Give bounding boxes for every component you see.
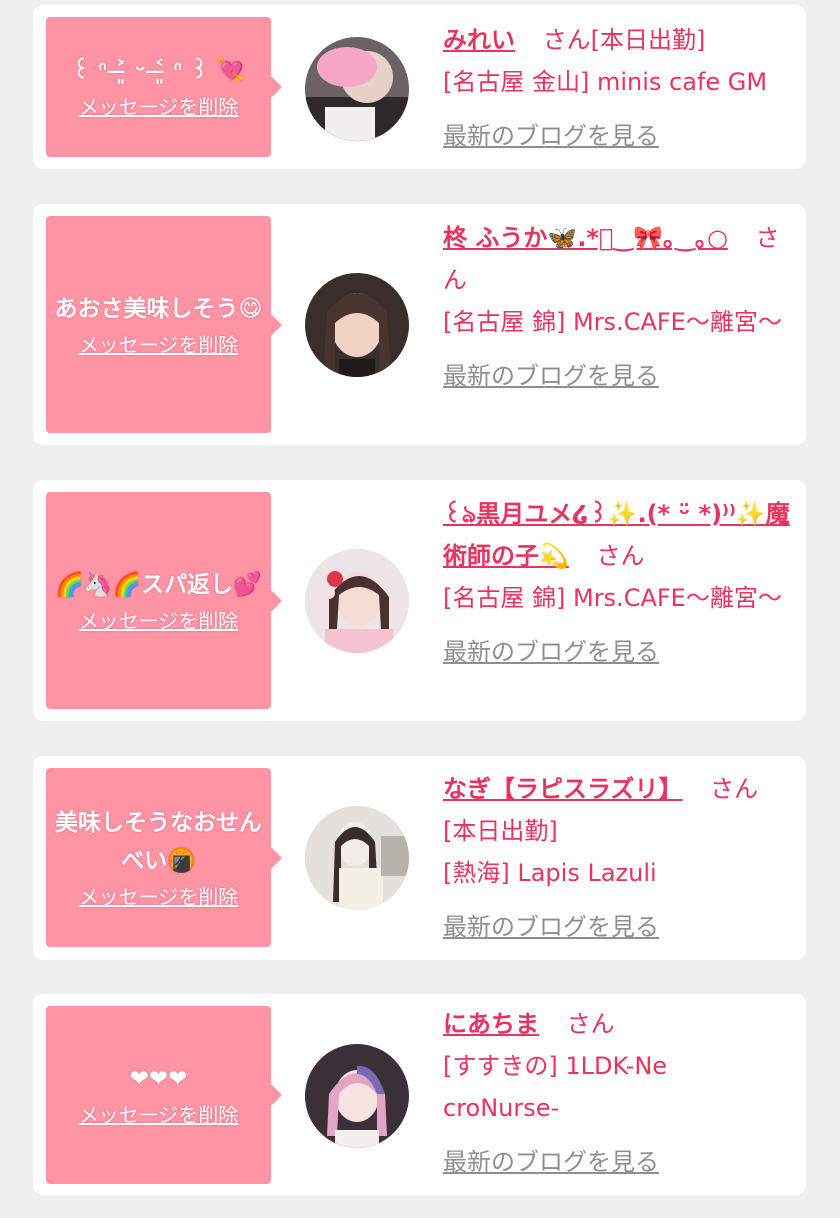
delete-message-link[interactable]: メッセージを削除 xyxy=(79,92,239,122)
avatar[interactable] xyxy=(305,1044,409,1148)
latest-blog-link[interactable]: 最新のブログを見る xyxy=(443,355,793,397)
delete-message-link[interactable]: メッセージを削除 xyxy=(79,330,239,360)
message-text: あおさ美味しそう😋 xyxy=(54,295,263,322)
shop-text: [すすきの] 1LDK-NecroNurse- xyxy=(443,1052,668,1122)
cast-name-link[interactable]: なぎ【ラピスラズリ】 xyxy=(443,775,683,803)
shop-text: [名古屋 錦] Mrs.CAFE〜離宮〜 xyxy=(443,584,782,612)
status-text: [本日出勤] xyxy=(590,26,706,54)
list-item: ❤❤❤ メッセージを削除 にあちま さん [すすきの] 1LDK-NecroNu… xyxy=(33,994,806,1195)
status-text: [本日出勤] xyxy=(443,817,558,845)
message-bubble: 美味しそうなおせんべい🍘 メッセージを削除 xyxy=(46,768,282,947)
shop-text: [名古屋 金山] minis cafe GM xyxy=(443,68,768,96)
message-bubble: あおさ美味しそう😋 メッセージを削除 xyxy=(46,216,282,433)
honorific: さん xyxy=(710,775,759,803)
list-item: 🌈🦄🌈スパ返し💕 メッセージを削除 ꒰ঌ黒月ユメ໒꒱✨.(* ᵕ̈ *)⁾⁾✨魔… xyxy=(33,480,806,721)
honorific: さん xyxy=(542,26,591,54)
avatar-photo-icon xyxy=(305,1044,409,1148)
cast-name-link[interactable]: 柊 ふうか🦋.*゚‿🎀｡‿｡○ xyxy=(443,224,728,252)
message-list: ꒰ ᐢ ˃̶͈ ᵕ ˂̶͈ ᐢ ꒱ 💘 メッセージを削除 みれい さん[本日出勤… xyxy=(0,0,840,1218)
delete-message-link[interactable]: メッセージを削除 xyxy=(79,882,239,912)
delete-message-link[interactable]: メッセージを削除 xyxy=(79,1100,239,1130)
entry-info: みれい さん[本日出勤] [名古屋 金山] minis cafe GM 最新のブ… xyxy=(443,19,793,157)
latest-blog-link[interactable]: 最新のブログを見る xyxy=(443,906,793,948)
latest-blog-link[interactable]: 最新のブログを見る xyxy=(443,631,793,673)
avatar-photo-icon xyxy=(305,273,409,377)
shop-text: [名古屋 錦] Mrs.CAFE〜離宮〜 xyxy=(443,308,782,336)
message-bubble: ❤❤❤ メッセージを削除 xyxy=(46,1006,282,1184)
list-item: ꒰ ᐢ ˃̶͈ ᵕ ˂̶͈ ᐢ ꒱ 💘 メッセージを削除 みれい さん[本日出勤… xyxy=(33,5,806,169)
message-text: 美味しそうなおせんべい🍘 xyxy=(55,809,262,874)
avatar[interactable] xyxy=(305,549,409,653)
honorific: さん xyxy=(566,1010,615,1038)
cast-name-link[interactable]: みれい xyxy=(443,26,515,54)
latest-blog-link[interactable]: 最新のブログを見る xyxy=(443,1141,793,1183)
avatar[interactable] xyxy=(305,273,409,377)
entry-info: なぎ【ラピスラズリ】 さん [本日出勤] [熱海] Lapis Lazuli 最… xyxy=(443,768,793,948)
entry-info: ꒰ঌ黒月ユメ໒꒱✨.(* ᵕ̈ *)⁾⁾✨魔術師の子💫 さん [名古屋 錦] M… xyxy=(443,493,793,673)
honorific: さん xyxy=(596,542,645,570)
delete-message-link[interactable]: メッセージを削除 xyxy=(79,606,239,636)
cast-name-link[interactable]: にあちま xyxy=(443,1010,539,1038)
entry-info: 柊 ふうか🦋.*゚‿🎀｡‿｡○ さん [名古屋 錦] Mrs.CAFE〜離宮〜 … xyxy=(443,217,793,397)
shop-text: [熱海] Lapis Lazuli xyxy=(443,859,657,887)
message-bubble: 🌈🦄🌈スパ返し💕 メッセージを削除 xyxy=(46,492,282,709)
avatar-photo-icon xyxy=(305,549,409,653)
message-text: ꒰ ᐢ ˃̶͈ ᵕ ˂̶͈ ᐢ ꒱ 💘 xyxy=(72,58,245,84)
entry-info: にあちま さん [すすきの] 1LDK-NecroNurse- 最新のブログを見… xyxy=(443,1003,793,1183)
avatar[interactable] xyxy=(305,806,409,910)
avatar-photo-icon xyxy=(305,806,409,910)
list-item: 美味しそうなおせんべい🍘 メッセージを削除 なぎ【ラピスラズリ】 さん [本日出… xyxy=(33,756,806,960)
list-item: あおさ美味しそう😋 メッセージを削除 柊 ふうか🦋.*゚‿🎀｡‿｡○ さん [名… xyxy=(33,204,806,445)
avatar-photo-icon xyxy=(305,37,409,141)
latest-blog-link[interactable]: 最新のブログを見る xyxy=(443,115,793,157)
message-text: 🌈🦄🌈スパ返し💕 xyxy=(55,571,262,598)
message-bubble: ꒰ ᐢ ˃̶͈ ᵕ ˂̶͈ ᐢ ꒱ 💘 メッセージを削除 xyxy=(46,17,282,157)
message-text: ❤❤❤ xyxy=(129,1066,188,1092)
avatar[interactable] xyxy=(305,37,409,141)
